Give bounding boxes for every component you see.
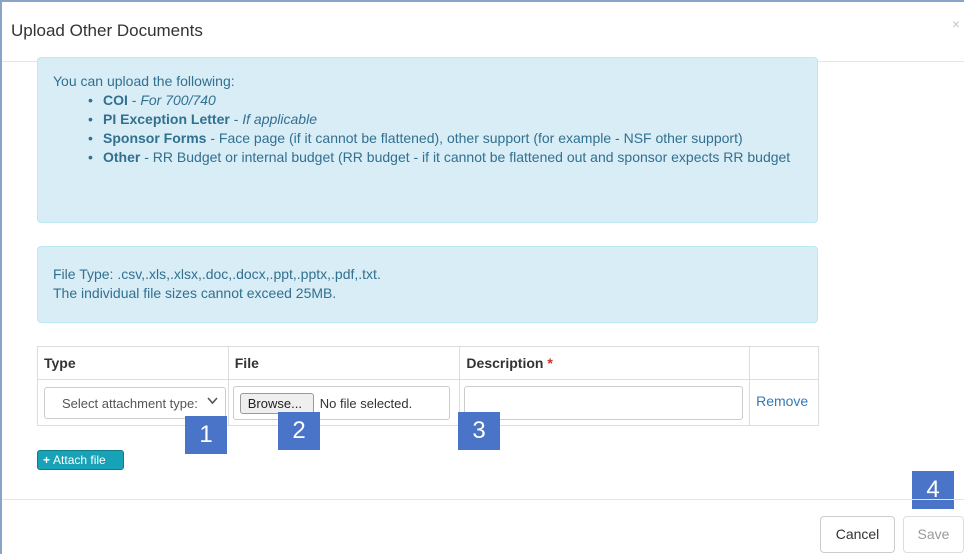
cancel-button[interactable]: Cancel xyxy=(820,516,895,553)
file-input[interactable]: Browse... No file selected. xyxy=(232,386,450,420)
close-icon[interactable]: × xyxy=(952,16,960,32)
footer-divider xyxy=(2,499,964,500)
list-item: COI - For 700/740 xyxy=(88,91,817,110)
step-badge-4: 4 xyxy=(912,471,954,509)
actions-column-header xyxy=(749,346,819,380)
plus-icon: + xyxy=(43,453,51,467)
chevron-down-icon xyxy=(207,396,218,408)
upload-info-alert: You can upload the following: COI - For … xyxy=(37,57,818,223)
list-item: PI Exception Letter - If applicable xyxy=(88,110,817,129)
file-type-alert: File Type: .csv,.xls,.xlsx,.doc,.docx,.p… xyxy=(37,246,818,323)
list-item: Sponsor Forms - Face page (if it cannot … xyxy=(88,129,817,148)
modal-header: Upload Other Documents × xyxy=(2,2,964,62)
upload-documents-modal: Upload Other Documents × You can upload … xyxy=(0,0,964,554)
upload-info-intro: You can upload the following: xyxy=(53,73,235,89)
table-row: Select attachment type: Browse... No fil… xyxy=(37,379,819,426)
description-column-header: Description * xyxy=(459,346,751,380)
no-file-text: No file selected. xyxy=(319,396,413,411)
attachments-table: Type File Description * Select attachmen… xyxy=(37,346,819,426)
type-column-header: Type xyxy=(37,346,229,380)
step-badge-1: 1 xyxy=(185,416,227,454)
list-item: Other - RR Budget or internal budget (RR… xyxy=(88,148,817,167)
attachment-type-select[interactable]: Select attachment type: xyxy=(44,387,226,419)
required-mark: * xyxy=(547,355,553,371)
step-badge-2: 2 xyxy=(278,412,320,450)
modal-title: Upload Other Documents xyxy=(11,21,203,40)
file-size-text: The individual file sizes cannot exceed … xyxy=(53,285,337,301)
file-column-header: File xyxy=(227,346,461,380)
file-type-text: File Type: .csv,.xls,.xlsx,.doc,.docx,.p… xyxy=(53,266,381,282)
attach-file-button[interactable]: + Attach file xyxy=(37,450,124,470)
upload-info-list: COI - For 700/740 PI Exception Letter - … xyxy=(88,91,817,167)
description-input[interactable] xyxy=(464,386,744,420)
browse-button[interactable]: Browse... xyxy=(239,393,314,414)
remove-link[interactable]: Remove xyxy=(756,393,808,409)
save-button[interactable]: Save xyxy=(903,516,964,553)
table-header-row: Type File Description * xyxy=(37,346,819,380)
step-badge-3: 3 xyxy=(458,412,500,450)
